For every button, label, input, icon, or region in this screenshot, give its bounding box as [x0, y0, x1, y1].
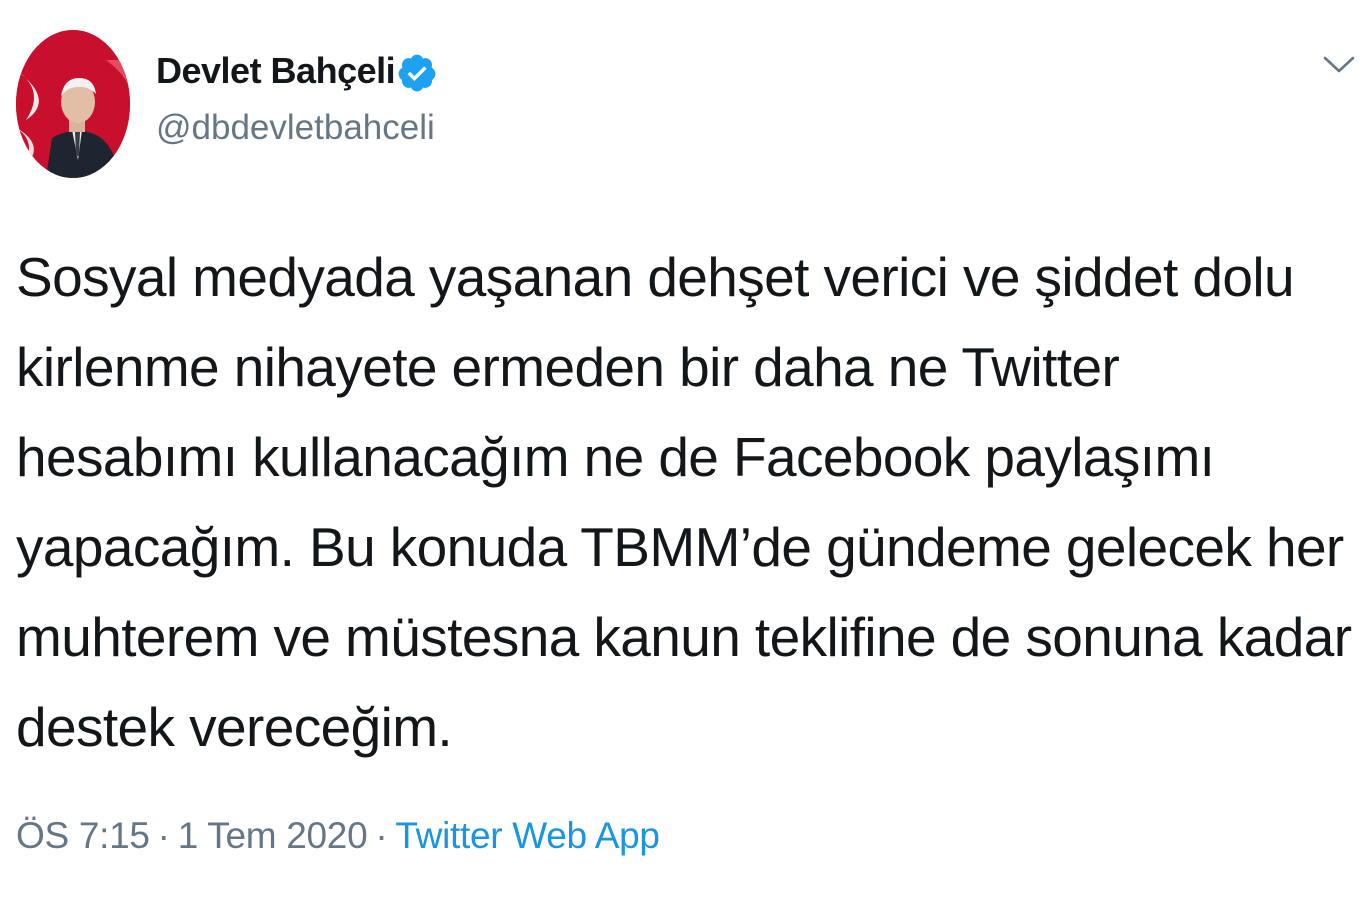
- tweet-text-line: muhterem ve müstesna kanun teklifine de …: [16, 606, 1352, 668]
- tweet-card: Devlet Bahçeli @dbdevletbahceli Sosyal m…: [0, 0, 1366, 910]
- avatar[interactable]: [16, 30, 130, 178]
- tweet-time[interactable]: ÖS 7:15: [16, 815, 150, 856]
- separator: ·: [375, 815, 388, 856]
- tweet-text-line: kirlenme nihayete ermeden bir daha ne Tw…: [16, 336, 1120, 398]
- tweet-metadata: ÖS 7:15 · 1 Tem 2020 · Twitter Web App: [16, 815, 660, 857]
- verified-badge-icon: [398, 54, 436, 92]
- tweet-date[interactable]: 1 Tem 2020: [178, 815, 368, 856]
- chevron-down-icon[interactable]: [1322, 50, 1356, 78]
- author-handle[interactable]: @dbdevletbahceli: [156, 108, 435, 148]
- author-display-name[interactable]: Devlet Bahçeli: [156, 50, 396, 92]
- tweet-text-line: destek vereceğim.: [16, 696, 453, 758]
- tweet-text: Sosyal medyada yaşanan dehşet verici ve …: [16, 232, 1361, 772]
- tweet-source-link[interactable]: Twitter Web App: [395, 815, 660, 856]
- profile-photo-icon: [16, 30, 130, 178]
- tweet-text-line: hesabımı kullanacağım ne de Facebook pay…: [16, 426, 1215, 488]
- separator: ·: [157, 815, 170, 856]
- tweet-text-line: Sosyal medyada yaşanan dehşet verici ve …: [16, 246, 1295, 308]
- tweet-text-line: yapacağım. Bu konuda TBMM’de gündeme gel…: [16, 516, 1344, 578]
